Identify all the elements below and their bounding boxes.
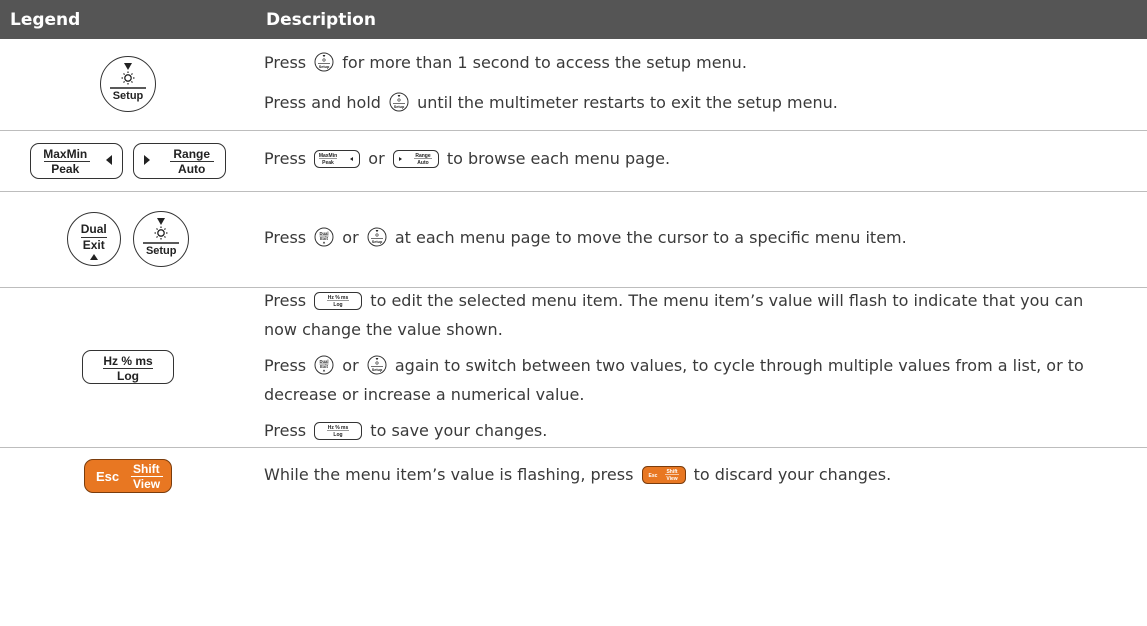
legend-cell: Esc Shift View <box>0 447 256 505</box>
legend-cell: MaxMin Peak Range Auto <box>0 130 256 192</box>
esc-shift-key-icon: Esc Shift View <box>641 465 686 491</box>
hz-log-key-icon: Hz % ms Log <box>82 350 174 384</box>
description-cell: Press Hz % ms Log to edit the selected me… <box>256 287 1147 448</box>
svg-text:Log: Log <box>334 302 343 308</box>
svg-text:Peak: Peak <box>322 160 334 166</box>
range-key-icon: Range Auto <box>392 150 439 175</box>
description-line: Press Hz % ms Log to save your changes. <box>264 418 1117 447</box>
setup-key-icon: Setup <box>314 52 334 79</box>
table-row: MaxMin Peak Range Auto Press MaxMinPeak <box>0 130 1147 192</box>
svg-text:Shift: Shift <box>666 469 677 475</box>
description-line: Press and hold Setup until the multimete… <box>264 90 1117 119</box>
table-row: Dual Exit Setup Press Dual Exit or Setup… <box>0 191 1147 288</box>
svg-text:Log: Log <box>334 432 343 438</box>
table-row: Setup Press Setup for more than 1 second… <box>0 39 1147 131</box>
svg-text:Setup: Setup <box>319 65 330 69</box>
legend-cell: Setup <box>0 39 256 131</box>
description-line: Press Hz % ms Log to edit the selected me… <box>264 290 1084 339</box>
svg-text:View: View <box>666 476 677 482</box>
table-row: Hz % ms Log Press Hz % ms Log to edit the… <box>0 287 1147 448</box>
description-cell: Press MaxMin Peak or Range Auto to browse … <box>256 130 1147 192</box>
range-key-icon: Range Auto <box>133 142 227 179</box>
svg-text:Auto: Auto <box>417 160 428 166</box>
svg-text:MaxMin: MaxMin <box>319 153 337 159</box>
maxmin-key-icon: MaxMin Peak <box>29 142 123 179</box>
hz-log-key-icon: Hz % ms Log <box>314 421 363 447</box>
description-column-header: Description <box>266 9 376 30</box>
description-cell: Press Dual Exit or Setup at each menu pag… <box>256 191 1147 288</box>
hz-log-key-icon: Hz % ms Log <box>314 291 363 317</box>
description-cell: While the menu item’s value is flashing,… <box>256 447 1147 505</box>
setup-key-icon: Setup <box>100 56 156 113</box>
svg-text:Range: Range <box>415 153 431 159</box>
svg-text:Exit: Exit <box>320 236 328 241</box>
dual-key-icon: Dual Exit <box>66 212 121 266</box>
setup-key-icon: Setup <box>367 355 387 382</box>
svg-text:Setup: Setup <box>394 105 405 109</box>
setup-key-icon: Setup <box>367 227 387 254</box>
setup-key-icon: Setup <box>133 211 190 267</box>
svg-text:Hz % ms: Hz % ms <box>328 295 349 301</box>
legend-column-header: Legend <box>10 9 81 30</box>
description-line: While the menu item’s value is flashing,… <box>264 462 1117 491</box>
description-cell: Press Setup for more than 1 second to ac… <box>256 39 1147 131</box>
svg-text:Setup: Setup <box>371 239 382 243</box>
dual-key-icon: Dual Exit <box>314 355 334 382</box>
legend-table: Legend Description Setup Press Setup for… <box>0 0 1147 505</box>
description-line: Press Dual Exit or Setup again to switch … <box>264 355 1084 404</box>
description-line: Press Dual Exit or Setup at each menu pag… <box>264 225 1117 254</box>
maxmin-key-icon: MaxMin Peak <box>314 150 361 175</box>
description-line: Press Setup for more than 1 second to ac… <box>264 50 1117 79</box>
svg-text:Setup: Setup <box>371 367 382 371</box>
description-line: Press MaxMin Peak or Range Auto to browse … <box>264 146 1117 175</box>
dual-key-icon: Dual Exit <box>314 227 334 254</box>
svg-text:Exit: Exit <box>320 364 328 369</box>
setup-key-icon: Setup <box>389 92 409 119</box>
esc-shift-key-icon: Esc Shift View <box>84 459 172 494</box>
legend-cell: Dual Exit Setup <box>0 191 256 288</box>
table-header-row: Legend Description <box>0 0 1147 39</box>
svg-text:Esc: Esc <box>648 473 657 479</box>
svg-text:Hz % ms: Hz % ms <box>328 425 349 431</box>
table-row: Esc Shift View While the menu item’s val… <box>0 447 1147 505</box>
setup-key-label: Setup <box>112 90 144 103</box>
legend-cell: Hz % ms Log <box>0 287 256 448</box>
